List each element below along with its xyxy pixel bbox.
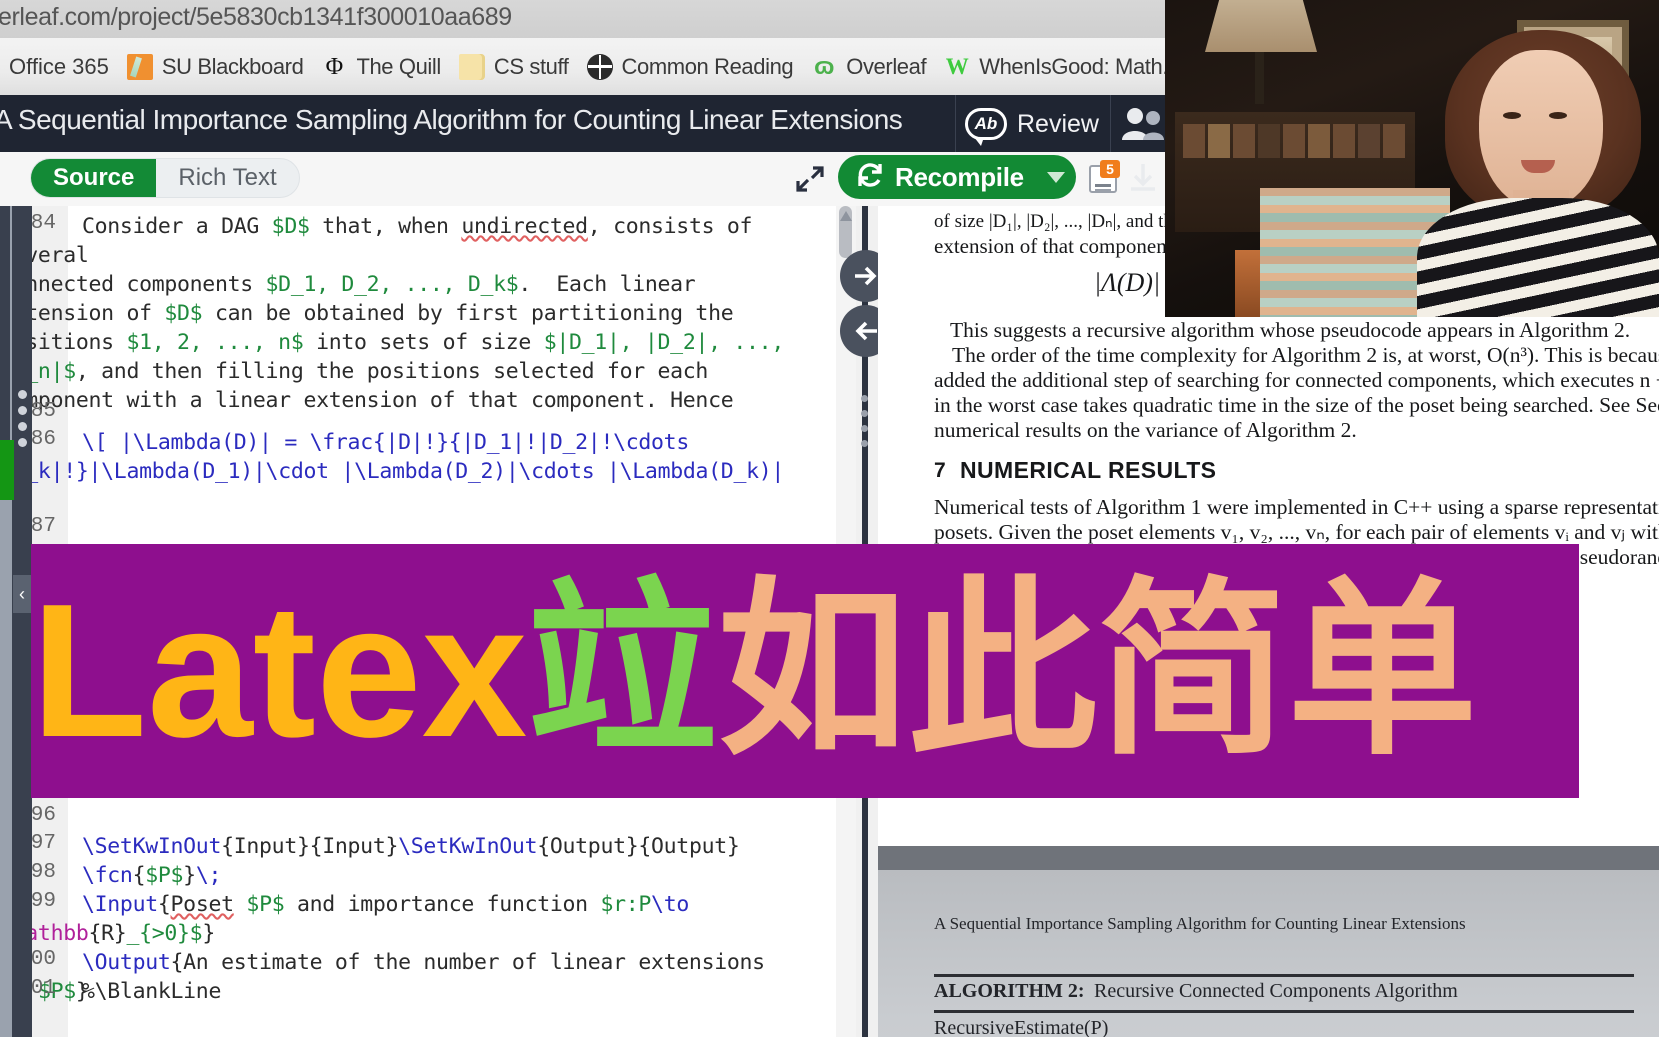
code-text[interactable]: Consider a DAG $D$ that, when undirected… (0, 214, 784, 413)
eye-right (1549, 112, 1567, 119)
pencil-icon (126, 53, 153, 80)
bookmark-label: Common Reading (621, 53, 794, 79)
sidebar-collapse-button[interactable]: ‹ (13, 575, 31, 613)
compile-logs-button[interactable]: 5 (1088, 160, 1120, 196)
code-line[interactable]: 501 %\BlankLine (0, 977, 790, 1006)
people-icon[interactable] (1120, 104, 1166, 144)
code-text[interactable]: \[ |\Lambda(D)| = \frac{|D|!}{|D_1|!|D_2… (0, 430, 784, 513)
pdf-line: of size |D₁|, |D₂|, ..., |Dₙ|, and th (934, 211, 1173, 232)
review-label: Review (1017, 109, 1099, 138)
review-speech-bubble-icon: Ab (965, 108, 1007, 146)
code-text[interactable]: \Input{Poset $P$ and importance function… (0, 892, 689, 946)
code-text[interactable]: %\BlankLine (82, 979, 221, 1004)
scroll-up-icon[interactable] (838, 208, 854, 224)
code-line[interactable]: 497 \SetKwInOut{Input}{Input}\SetKwInOut{… (0, 832, 790, 861)
bookmark-su-blackboard[interactable]: SU Blackboard (118, 38, 313, 95)
books (1183, 124, 1405, 158)
pdf-page-gap (878, 846, 1659, 870)
pdf-paragraph: posets. Given the poset elements v₁, v₂,… (934, 520, 1659, 544)
face (1479, 50, 1603, 210)
pdf-paragraph: This suggests a recursive algorithm whos… (950, 318, 1631, 342)
subtitle-part-green: 竝 (527, 560, 718, 781)
bookmark-overleaf[interactable]: ɷ Overleaf (802, 38, 935, 95)
eye-left (1503, 112, 1521, 119)
leaf-icon: ɷ (814, 52, 835, 80)
folder-icon (458, 53, 485, 80)
editor-mode-toggle[interactable]: Source Rich Text (30, 158, 300, 198)
subtitle-text: Latex竝如此简单 (31, 576, 1477, 767)
recompile-button[interactable]: Recompile (838, 155, 1036, 199)
tab-source[interactable]: Source (31, 159, 157, 197)
bookmark-cs-stuff[interactable]: CS stuff (450, 38, 578, 95)
code-line[interactable]: 498 \fcn{$P$}\; (0, 861, 790, 890)
pdf-line: extension of that component. E (934, 234, 1196, 258)
recompile-label: Recompile (895, 161, 1024, 192)
tab-rich-text[interactable]: Rich Text (156, 159, 298, 197)
w-icon: W (945, 53, 969, 79)
download-pdf-button[interactable] (1128, 162, 1158, 196)
pdf-algorithm-label: ALGORITHM 2: (934, 980, 1085, 1002)
rail-dark-segment (0, 206, 10, 446)
pdf-algorithm-title: Recursive Connected Components Algorithm (1094, 980, 1458, 1002)
page-title: A Sequential Importance Sampling Algorit… (0, 104, 903, 135)
bookmark-label: WhenIsGood: Math... (979, 53, 1180, 79)
code-line[interactable]: 496 (0, 804, 790, 833)
code-line[interactable]: 486 \[ |\Lambda(D)| = \frac{|D|!}{|D_1|!|… (0, 428, 790, 515)
chevron-down-icon (1047, 171, 1065, 183)
globe-icon (586, 53, 613, 80)
ab-label: Ab (974, 114, 998, 133)
pdf-rule (934, 1010, 1634, 1013)
pdf-section-number: 7 (934, 459, 946, 482)
expand-arrows-icon[interactable] (795, 164, 825, 194)
code-line[interactable]: 487 (0, 515, 790, 544)
file-tree-rail (12, 206, 32, 1037)
subtitle-part-rest: 如此简单 (717, 560, 1478, 781)
refresh-icon (856, 161, 884, 194)
webcam-person (1417, 30, 1659, 317)
code-text[interactable]: \fcn{$P$}\; (82, 863, 221, 888)
lamp-shade (1205, 0, 1317, 52)
pdf-paragraph: The order of the time complexity for Alg… (952, 343, 1659, 367)
header-divider (1110, 95, 1111, 152)
bookmark-common-reading[interactable]: Common Reading (578, 38, 803, 95)
pdf-running-head: A Sequential Importance Sampling Algorit… (934, 914, 1466, 933)
quill-icon: Φ (325, 53, 344, 80)
bookmark-the-quill[interactable]: Φ The Quill (312, 38, 449, 95)
pdf-paragraph: added the additional step of searching f… (934, 368, 1659, 392)
pdf-section-title: NUMERICAL RESULTS (960, 457, 1217, 483)
pdf-paragraph: Numerical tests of Algorithm 1 were impl… (934, 495, 1659, 519)
pdf-rule (934, 974, 1634, 977)
lamp-stem (1255, 52, 1264, 104)
splitter-dots-icon (858, 395, 870, 451)
code-text[interactable]: \SetKwInOut{Input}{Input}\SetKwInOut{Out… (82, 834, 740, 859)
pdf-page-2: A Sequential Importance Sampling Algorit… (878, 870, 1659, 1037)
bookmark-label: SU Blackboard (161, 53, 304, 79)
pdf-paragraph: in the worst case takes quadratic time i… (934, 393, 1659, 417)
logs-badge-count: 5 (1106, 161, 1114, 177)
code-line[interactable]: 499 \Input{Poset $P$ and importance funct… (0, 890, 790, 948)
subtitle-part-latin: Latex (31, 565, 528, 777)
pdf-function-signature: RecursiveEstimate(P) (934, 1017, 1109, 1037)
pdf-paragraph: numerical results on the variance of Alg… (934, 418, 1357, 442)
striped-shirt (1417, 198, 1659, 317)
review-button[interactable]: Ab Review (965, 104, 1099, 146)
webcam-overlay (1165, 0, 1659, 317)
bookmark-label: The Quill (356, 53, 441, 79)
bookmark-label: CS stuff (493, 53, 569, 79)
header-divider (955, 95, 956, 152)
bookmark-label: Office 365 (9, 53, 109, 79)
bookmark-office-365[interactable]: Office 365 (0, 38, 118, 95)
screenshot-root: erleaf.com/project/5e5830cb1341f300010aa… (0, 0, 1659, 1037)
url-text[interactable]: erleaf.com/project/5e5830cb1341f300010aa… (0, 3, 512, 32)
bookmark-label: Overleaf (846, 53, 927, 79)
code-line[interactable]: 485 (0, 400, 790, 429)
code-line[interactable]: 484 Consider a DAG $D$ that, when undirec… (0, 212, 790, 415)
bookmark-whenisgood[interactable]: W WhenIsGood: Math... (935, 38, 1188, 95)
subtitle-banner: Latex竝如此简单 (31, 544, 1579, 798)
rail-green-marker (0, 440, 14, 500)
rail-dots-icon (15, 390, 29, 450)
